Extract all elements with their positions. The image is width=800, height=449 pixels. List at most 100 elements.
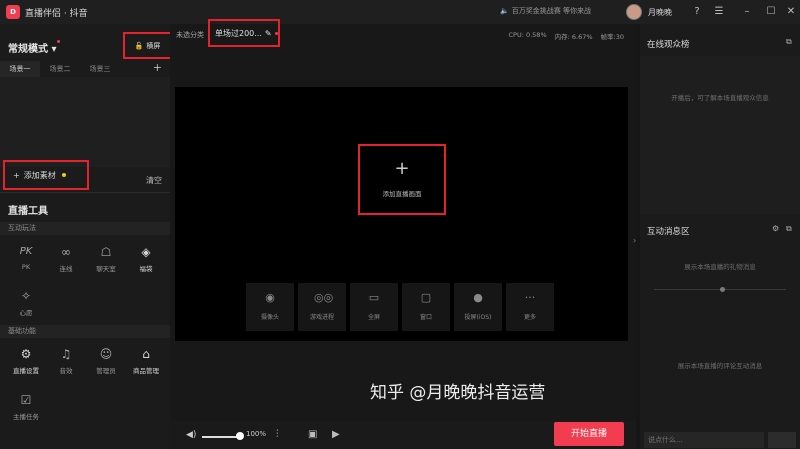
- source-label: 全屏: [367, 314, 380, 321]
- popout-icon[interactable]: ⧉: [786, 224, 792, 234]
- add-screen-button[interactable]: + 添加直播画面: [358, 144, 446, 215]
- tools-title: 直播工具: [8, 206, 48, 217]
- tool-admin[interactable]: ☺ 管理员: [86, 346, 126, 382]
- mixer-icon[interactable]: ⫶: [276, 429, 279, 440]
- maximize-icon[interactable]: ☐: [764, 5, 778, 19]
- scene-material-list: [0, 77, 170, 167]
- camera-icon: ◉: [265, 291, 275, 304]
- settings-icon[interactable]: ⚙: [772, 224, 779, 233]
- settings-icon: ⚙: [20, 347, 32, 361]
- link-icon: ∞: [61, 245, 71, 259]
- left-panel: 常规模式 ▾ 🔓 横屏 场景一 场景二 场景三 + + 添加素材 清空 直播工具…: [0, 24, 172, 449]
- screen-record-icon[interactable]: ▣: [308, 429, 317, 440]
- tool-label: 聊天室: [96, 265, 116, 273]
- tool-label: 音效: [59, 367, 73, 375]
- chatroom-icon: ☖: [100, 245, 112, 259]
- source-label: 更多: [523, 314, 536, 321]
- monitor-icon: ▭: [368, 291, 380, 304]
- apple-icon: ●: [473, 291, 483, 304]
- username[interactable]: 月晚晚: [648, 7, 672, 18]
- tool-task[interactable]: ☑ 主播任务: [6, 392, 46, 428]
- send-button[interactable]: [768, 432, 796, 448]
- bottom-bar: ◀) 100% ⫶ ▣ ▶ 开始直播: [170, 421, 636, 449]
- live-title-field[interactable]: 单场过200... ✎: [208, 19, 280, 47]
- chat-input[interactable]: [644, 432, 764, 448]
- splitter-handle[interactable]: [720, 287, 725, 292]
- comment-empty-text: 展示本场直播的评论互动消息: [677, 362, 763, 370]
- orientation-button[interactable]: 🔓 横屏: [123, 32, 172, 59]
- add-screen-label: 添加直播画面: [382, 190, 422, 198]
- chevron-right-icon[interactable]: ›: [633, 236, 636, 245]
- tab-scene-1[interactable]: 场景一: [0, 61, 40, 77]
- chevron-down-icon: ▾: [51, 44, 57, 55]
- source-more[interactable]: ··· 更多: [506, 283, 554, 331]
- app-name: 直播伴侣 · 抖音: [25, 8, 88, 19]
- sound-effect-icon: ♫: [60, 347, 72, 361]
- tool-shop[interactable]: ⌂ 商品管理: [126, 346, 166, 382]
- fps-stat: 帧率:30: [600, 33, 624, 41]
- notice-banner[interactable]: 🔈 百万奖金挑战赛 等你来战: [500, 6, 591, 16]
- add-scene-icon[interactable]: +: [153, 61, 162, 74]
- admin-icon: ☺: [99, 347, 113, 361]
- edit-icon: ✎: [264, 28, 272, 38]
- tool-sound-effect[interactable]: ♫ 音效: [46, 346, 86, 382]
- window-icon: ▢: [420, 291, 432, 304]
- tool-wish[interactable]: ✧ 心愿: [6, 288, 46, 324]
- add-material-button[interactable]: + 添加素材: [3, 160, 89, 190]
- category-selector[interactable]: 未选分类: [176, 30, 204, 40]
- shop-icon: ⌂: [142, 347, 150, 361]
- tool-label: 连线: [59, 265, 73, 273]
- audience-empty-text: 开播后，可了解本场直播观众信息: [671, 94, 769, 102]
- volume-slider-handle[interactable]: [236, 432, 244, 440]
- source-label: 投屏(iOS): [464, 314, 492, 321]
- tool-link[interactable]: ∞ 连线: [46, 244, 86, 280]
- video-camera-icon[interactable]: ▶: [332, 429, 340, 440]
- system-stats: CPU: 0.58% 内存: 6.67% 帧率:30: [509, 31, 625, 41]
- tool-live-settings[interactable]: ⚙ 直播设置: [6, 346, 46, 382]
- lock-icon: 🔓: [134, 41, 144, 50]
- cpu-stat: CPU: 0.58%: [508, 31, 547, 39]
- start-live-button[interactable]: 开始直播: [554, 422, 624, 446]
- avatar[interactable]: [626, 4, 642, 20]
- basic-subhead: 基础功能: [0, 325, 170, 338]
- popout-icon[interactable]: ⧉: [786, 37, 792, 47]
- mode-selector[interactable]: 常规模式 ▾: [8, 40, 60, 55]
- title-bar: D 直播伴侣 · 抖音 🔈 百万奖金挑战赛 等你来战 月晚晚 ? ☰ – ☐ ✕: [0, 0, 800, 24]
- wish-icon: ✧: [20, 289, 32, 303]
- tool-chatroom[interactable]: ☖ 聊天室: [86, 244, 126, 280]
- yellow-dot: [61, 173, 66, 177]
- tab-scene-3[interactable]: 场景三: [80, 61, 120, 77]
- tool-label: 心愿: [19, 309, 33, 317]
- tool-label: 直播设置: [13, 367, 39, 375]
- clear-button[interactable]: 清空: [146, 175, 162, 186]
- source-window[interactable]: ▢ 窗口: [402, 283, 450, 331]
- audience-title: 在线观众榜: [647, 40, 690, 50]
- volume-icon[interactable]: ◀): [186, 430, 196, 440]
- live-title: 单场过200...: [215, 28, 262, 38]
- tab-scene-2[interactable]: 场景二: [40, 61, 80, 77]
- more-icon: ···: [524, 291, 536, 304]
- task-icon: ☑: [20, 393, 32, 407]
- lucky-bag-icon: ◈: [141, 245, 151, 259]
- tool-pk[interactable]: PK PK: [6, 244, 46, 280]
- gift-empty-text: 展示本场直播的礼物消息: [684, 263, 756, 271]
- messages-title: 互动消息区: [647, 227, 690, 237]
- tool-lucky-bag[interactable]: ◈ 福袋: [126, 244, 166, 280]
- source-game[interactable]: ◎◎ 游戏进程: [298, 283, 346, 331]
- menu-icon[interactable]: ☰: [712, 5, 726, 19]
- memory-stat: 内存: 6.67%: [554, 33, 593, 41]
- source-fullscreen[interactable]: ▭ 全屏: [350, 283, 398, 331]
- source-label: 摄像头: [260, 314, 279, 321]
- right-panel: 在线观众榜 ⧉ 开播后，可了解本场直播观众信息 互动消息区 ⚙ ⧉ 展示本场直播…: [640, 24, 800, 449]
- minimize-icon[interactable]: –: [740, 5, 754, 19]
- red-dot: [56, 40, 60, 43]
- help-icon[interactable]: ?: [690, 5, 704, 19]
- preview-canvas: + 添加直播画面 ◉ 摄像头 ◎◎ 游戏进程 ▭ 全屏 ▢ 窗口 ● 投屏(iO…: [175, 87, 628, 341]
- plus-icon: +: [13, 170, 20, 180]
- close-icon[interactable]: ✕: [784, 5, 798, 19]
- mode-row: 常规模式 ▾ 🔓 横屏: [0, 28, 172, 59]
- source-ios-cast[interactable]: ● 投屏(iOS): [454, 283, 502, 331]
- source-camera[interactable]: ◉ 摄像头: [246, 283, 294, 331]
- orientation-label: 横屏: [146, 41, 161, 50]
- speaker-icon: 🔈: [500, 7, 509, 15]
